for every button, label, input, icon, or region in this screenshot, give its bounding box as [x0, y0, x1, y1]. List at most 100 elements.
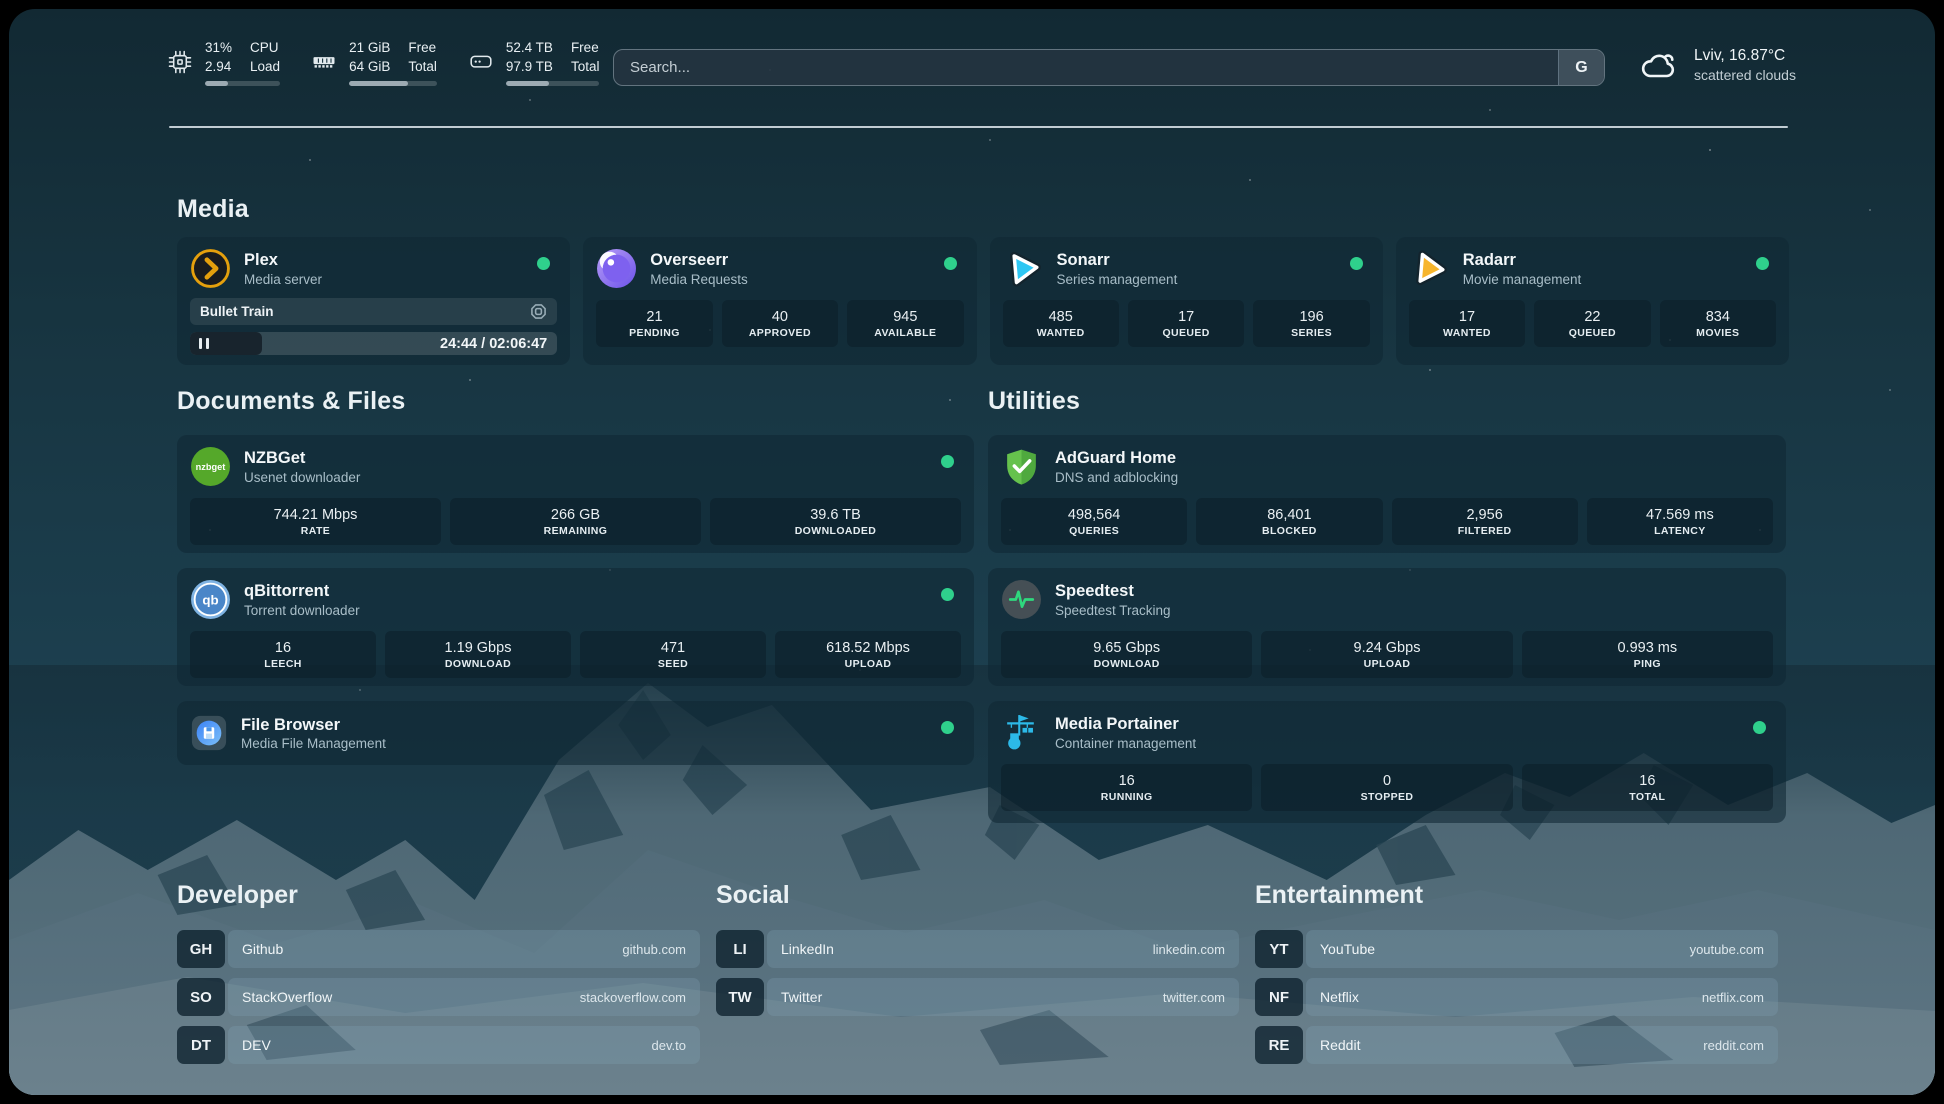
cpu-load-value: 2.94 — [205, 58, 232, 77]
service-subtitle: Container management — [1055, 736, 1196, 751]
pause-icon — [199, 338, 209, 349]
bookmark-abbr: RE — [1255, 1026, 1303, 1064]
memory-total-label: Total — [408, 58, 437, 77]
service-card-plex[interactable]: Plex Media server Bullet Train 24:44 / 0… — [177, 237, 570, 365]
stat-label: FILTERED — [1458, 525, 1512, 537]
stat-label: SERIES — [1291, 327, 1332, 339]
section-heading-media: Media — [177, 195, 249, 224]
bookmark-reddit[interactable]: RE Reddit reddit.com — [1255, 1026, 1778, 1064]
service-card-portainer[interactable]: Media Portainer Container management 16 … — [988, 701, 1786, 823]
adguard-icon — [1001, 446, 1042, 487]
bookmark-url: stackoverflow.com — [580, 990, 686, 1005]
service-title: Plex — [244, 250, 322, 271]
bookmark-dev[interactable]: DT DEV dev.to — [177, 1026, 700, 1064]
stat-value: 485 — [1049, 309, 1073, 325]
section-heading-entertainment: Entertainment — [1255, 881, 1778, 910]
cloud-icon — [1637, 47, 1681, 81]
stat-value: 17 — [1459, 309, 1475, 325]
service-title: Media Portainer — [1055, 714, 1196, 735]
svg-text:nzbget: nzbget — [196, 462, 226, 472]
service-card-overseerr[interactable]: Overseerr Media Requests 21 PENDING 40 A… — [583, 237, 976, 365]
cpu-icon — [166, 48, 194, 76]
search-provider-button[interactable]: G — [1558, 50, 1604, 85]
stat-box: 471 SEED — [580, 631, 766, 678]
stat-box: 17 WANTED — [1409, 300, 1525, 347]
bookmark-url: github.com — [622, 942, 686, 957]
stat-value: 21 — [646, 309, 662, 325]
disk-progress-fill — [506, 81, 549, 86]
bookmark-name: Twitter — [781, 989, 822, 1005]
playback-progress-bar: 24:44 / 02:06:47 — [190, 332, 557, 355]
stat-value: 1.19 Gbps — [445, 640, 512, 656]
service-card-nzbget[interactable]: nzbget NZBGet Usenet downloader 744.21 M… — [177, 435, 974, 553]
service-card-adguard[interactable]: AdGuard Home DNS and adblocking 498,564 … — [988, 435, 1786, 553]
video-session-icon — [530, 303, 547, 320]
bookmark-github[interactable]: GH Github github.com — [177, 930, 700, 968]
stat-value: 17 — [1178, 309, 1194, 325]
stat-box: 16 TOTAL — [1522, 764, 1773, 811]
disk-total-value: 97.9 TB — [506, 58, 553, 77]
stat-value: 9.65 Gbps — [1093, 640, 1160, 656]
bookmark-stackoverflow[interactable]: SO StackOverflow stackoverflow.com — [177, 978, 700, 1016]
bookmarks-social: Social LI LinkedIn linkedin.com TW Twitt… — [716, 881, 1239, 1026]
documents-column: nzbget NZBGet Usenet downloader 744.21 M… — [177, 435, 974, 765]
service-title: AdGuard Home — [1055, 448, 1178, 469]
bookmark-netflix[interactable]: NF Netflix netflix.com — [1255, 978, 1778, 1016]
now-playing-row: Bullet Train — [190, 298, 557, 325]
stat-value: 40 — [772, 309, 788, 325]
stat-box: 834 MOVIES — [1660, 300, 1776, 347]
service-card-radarr[interactable]: Radarr Movie management 17 WANTED 22 QUE… — [1396, 237, 1789, 365]
stat-box: 2,956 FILTERED — [1392, 498, 1578, 545]
bookmark-url: twitter.com — [1163, 990, 1225, 1005]
stat-box: 945 AVAILABLE — [847, 300, 963, 347]
stat-value: 86,401 — [1267, 507, 1311, 523]
bookmark-youtube[interactable]: YT YouTube youtube.com — [1255, 930, 1778, 968]
stat-box: 0.993 ms PING — [1522, 631, 1773, 678]
stat-box: 86,401 BLOCKED — [1196, 498, 1382, 545]
bookmark-name: YouTube — [1320, 941, 1375, 957]
service-card-sonarr[interactable]: Sonarr Series management 485 WANTED 17 Q… — [990, 237, 1383, 365]
stat-box: 16 RUNNING — [1001, 764, 1252, 811]
service-card-filebrowser[interactable]: File Browser Media File Management — [177, 701, 974, 765]
service-subtitle: Movie management — [1463, 272, 1582, 287]
search-input[interactable] — [614, 50, 1558, 85]
bookmark-name: Netflix — [1320, 989, 1359, 1005]
stat-label: PING — [1634, 658, 1661, 670]
service-card-speedtest[interactable]: Speedtest Speedtest Tracking 9.65 Gbps D… — [988, 568, 1786, 686]
now-playing-title: Bullet Train — [200, 304, 274, 319]
stat-label: MOVIES — [1696, 327, 1739, 339]
plex-icon — [190, 248, 231, 289]
stat-value: 39.6 TB — [810, 507, 861, 523]
service-subtitle: Usenet downloader — [244, 470, 360, 485]
service-title: Sonarr — [1057, 250, 1178, 271]
bookmark-url: dev.to — [652, 1038, 686, 1053]
service-subtitle: DNS and adblocking — [1055, 470, 1178, 485]
bookmark-linkedin[interactable]: LI LinkedIn linkedin.com — [716, 930, 1239, 968]
media-cards-row: Plex Media server Bullet Train 24:44 / 0… — [177, 237, 1789, 365]
stat-box: 21 PENDING — [596, 300, 712, 347]
stat-value: 945 — [893, 309, 917, 325]
stat-label: WANTED — [1443, 327, 1491, 339]
memory-free-value: 21 GiB — [349, 39, 390, 58]
stat-value: 196 — [1299, 309, 1323, 325]
bookmark-abbr: TW — [716, 978, 764, 1016]
stat-value: 16 — [1639, 773, 1655, 789]
bookmark-url: youtube.com — [1690, 942, 1764, 957]
stat-label: PENDING — [629, 327, 680, 339]
service-subtitle: Media server — [244, 272, 322, 287]
bookmark-twitter[interactable]: TW Twitter twitter.com — [716, 978, 1239, 1016]
stat-label: UPLOAD — [845, 658, 892, 670]
bookmark-url: reddit.com — [1703, 1038, 1764, 1053]
bookmark-name: LinkedIn — [781, 941, 834, 957]
filebrowser-icon — [190, 714, 228, 752]
stat-value: 618.52 Mbps — [826, 640, 910, 656]
stat-label: BLOCKED — [1262, 525, 1317, 537]
service-card-qbittorrent[interactable]: qb qBittorrent Torrent downloader 16 LEE… — [177, 568, 974, 686]
service-title: File Browser — [241, 715, 386, 736]
portainer-icon — [1001, 712, 1042, 753]
stat-label: DOWNLOAD — [1094, 658, 1160, 670]
bookmark-name: StackOverflow — [242, 989, 332, 1005]
status-dot — [941, 455, 954, 468]
memory-icon — [310, 48, 338, 76]
bookmark-name: Github — [242, 941, 283, 957]
